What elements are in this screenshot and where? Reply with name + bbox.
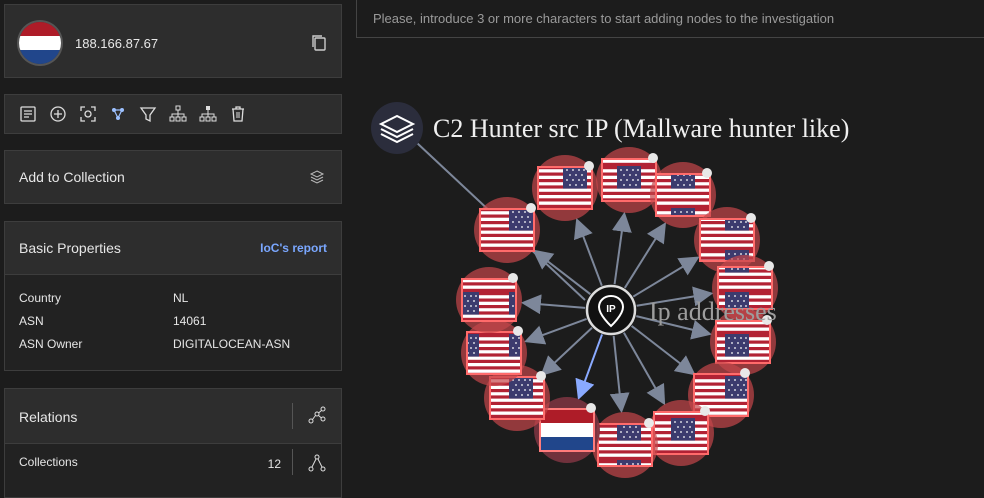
ip-hub-node[interactable]: IP xyxy=(585,284,637,336)
filter-icon[interactable] xyxy=(135,101,161,127)
hierarchy-icon[interactable] xyxy=(165,101,191,127)
add-icon[interactable] xyxy=(45,101,71,127)
graph-edge xyxy=(609,335,630,414)
ip-address: 188.166.87.67 xyxy=(75,36,159,51)
basic-properties-title: Basic Properties xyxy=(19,240,121,256)
node-us-flag[interactable] xyxy=(592,412,658,478)
graph-edge xyxy=(573,217,603,287)
notes-icon[interactable] xyxy=(15,101,41,127)
graph-edge xyxy=(575,334,603,400)
search-input[interactable] xyxy=(357,0,984,37)
nl-flag-icon xyxy=(19,22,61,64)
graph-edge xyxy=(630,325,696,376)
relations-panel: Relations Collections 12 xyxy=(4,388,342,498)
property-value: 14061 xyxy=(173,314,207,328)
add-to-collection-button[interactable]: Add to Collection xyxy=(4,150,342,204)
property-value: NL xyxy=(173,291,189,305)
basic-properties-header: Basic Properties IoC's report xyxy=(5,222,341,275)
share-node-icon[interactable] xyxy=(307,453,327,473)
ip-node-glyph: IP xyxy=(606,304,616,315)
property-value: DIGITALOCEAN-ASN xyxy=(173,337,291,351)
divider xyxy=(292,403,293,429)
search-bar xyxy=(356,0,984,38)
ioc-report-link[interactable]: IoC's report xyxy=(260,241,327,255)
collection-node-label: C2 Hunter src IP (Mallware hunter like) xyxy=(433,114,849,143)
relation-count: 12 xyxy=(267,457,281,471)
property-key: ASN xyxy=(19,314,44,328)
basic-properties-panel: Basic Properties IoC's report Country NL … xyxy=(4,221,342,371)
action-toolbar xyxy=(4,94,342,134)
relations-title: Relations xyxy=(19,409,78,425)
screenshot-icon[interactable] xyxy=(75,101,101,127)
relation-row-collections[interactable]: Collections 12 xyxy=(19,449,327,477)
investigation-graph[interactable]: IP Ip addresses C2 Hunter src IP (Mallwa… xyxy=(347,40,984,498)
graph-edge xyxy=(532,249,592,295)
node-us-flag[interactable] xyxy=(532,155,598,221)
relation-label: Collections xyxy=(19,455,78,469)
copy-icon[interactable] xyxy=(309,33,329,53)
graph-edge xyxy=(622,332,666,406)
property-key: ASN Owner xyxy=(19,337,83,351)
graph-edge xyxy=(623,222,667,289)
sidebar: 188.166.87.67 Add to Collection Basic Pr… xyxy=(0,0,347,498)
ip-header: 188.166.87.67 xyxy=(4,4,342,78)
add-to-collection-label: Add to Collection xyxy=(19,169,125,185)
property-row: ASN Owner DIGITALOCEAN-ASN xyxy=(19,337,290,351)
relations-header: Relations xyxy=(5,389,341,444)
layers-icon xyxy=(309,170,325,184)
graph-edge xyxy=(540,327,593,377)
trash-icon[interactable] xyxy=(225,101,251,127)
divider xyxy=(292,449,293,475)
ip-node-label: Ip addresses xyxy=(649,297,777,326)
relations-graph-icon[interactable] xyxy=(307,405,327,425)
node-us-flag[interactable] xyxy=(474,197,540,263)
property-row: ASN 14061 xyxy=(19,314,206,328)
graph-edge xyxy=(611,211,632,285)
collection-node[interactable] xyxy=(371,102,423,154)
property-row: Country NL xyxy=(19,291,188,305)
property-key: Country xyxy=(19,291,62,305)
node-us-flag[interactable] xyxy=(456,267,522,333)
hierarchy-down-icon[interactable] xyxy=(195,101,221,127)
graph-icon[interactable] xyxy=(105,101,131,127)
graph-edge xyxy=(524,318,587,345)
graph-edge xyxy=(520,294,586,315)
node-us-flag[interactable] xyxy=(648,400,714,466)
graph-edge xyxy=(632,256,700,298)
graph-canvas[interactable]: IP Ip addresses C2 Hunter src IP (Mallwa… xyxy=(347,40,984,498)
